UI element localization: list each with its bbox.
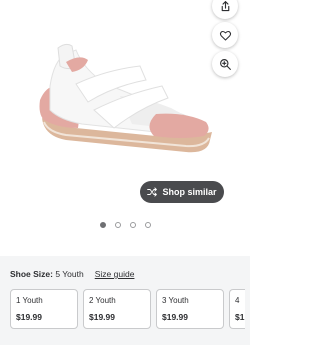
size-option-2-youth[interactable]: 2 Youth $19.99 [83,289,151,329]
carousel-dot-4[interactable] [144,222,151,228]
size-option-price: $19.99 [162,312,188,322]
size-option-name: 3 Youth [162,296,189,305]
heart-icon [219,30,231,40]
size-summary: Shoe Size: 5 Youth [10,269,84,279]
size-option-name: 4 [235,296,240,305]
size-options: 1 Youth $19.99 2 Youth $19.99 3 Youth $1… [10,289,245,329]
size-guide-link[interactable]: Size guide [95,269,135,279]
carousel-dot-1[interactable] [99,222,106,228]
carousel-dot-3[interactable] [129,222,136,228]
shuffle-icon [147,187,158,197]
size-selector-panel: Shoe Size: 5 Youth Size guide 1 Youth $1… [0,256,250,345]
size-option-price: $1 [235,312,245,322]
product-image-gallery[interactable]: Shop similar [0,0,250,248]
shop-similar-label: Shop similar [162,187,217,197]
selected-size-value: 5 Youth [55,269,84,279]
size-option-price: $19.99 [16,312,42,322]
size-option-3-youth[interactable]: 3 Youth $19.99 [156,289,224,329]
carousel-dot-2[interactable] [114,222,121,228]
size-label: Shoe Size: [10,269,53,279]
carousel-indicators [0,222,250,228]
size-option-1-youth[interactable]: 1 Youth $19.99 [10,289,78,329]
size-header: Shoe Size: 5 Youth Size guide [10,269,134,279]
zoom-in-icon [219,58,231,70]
size-option-name: 2 Youth [89,296,116,305]
favorite-button[interactable] [212,22,238,48]
size-option-4[interactable]: 4 $1 [229,289,245,329]
zoom-button[interactable] [212,51,238,77]
share-button[interactable] [212,0,238,19]
share-icon [221,0,229,11]
shop-similar-button[interactable]: Shop similar [140,181,224,203]
product-image-sneaker [39,43,212,153]
size-option-name: 1 Youth [16,296,43,305]
size-option-price: $19.99 [89,312,115,322]
